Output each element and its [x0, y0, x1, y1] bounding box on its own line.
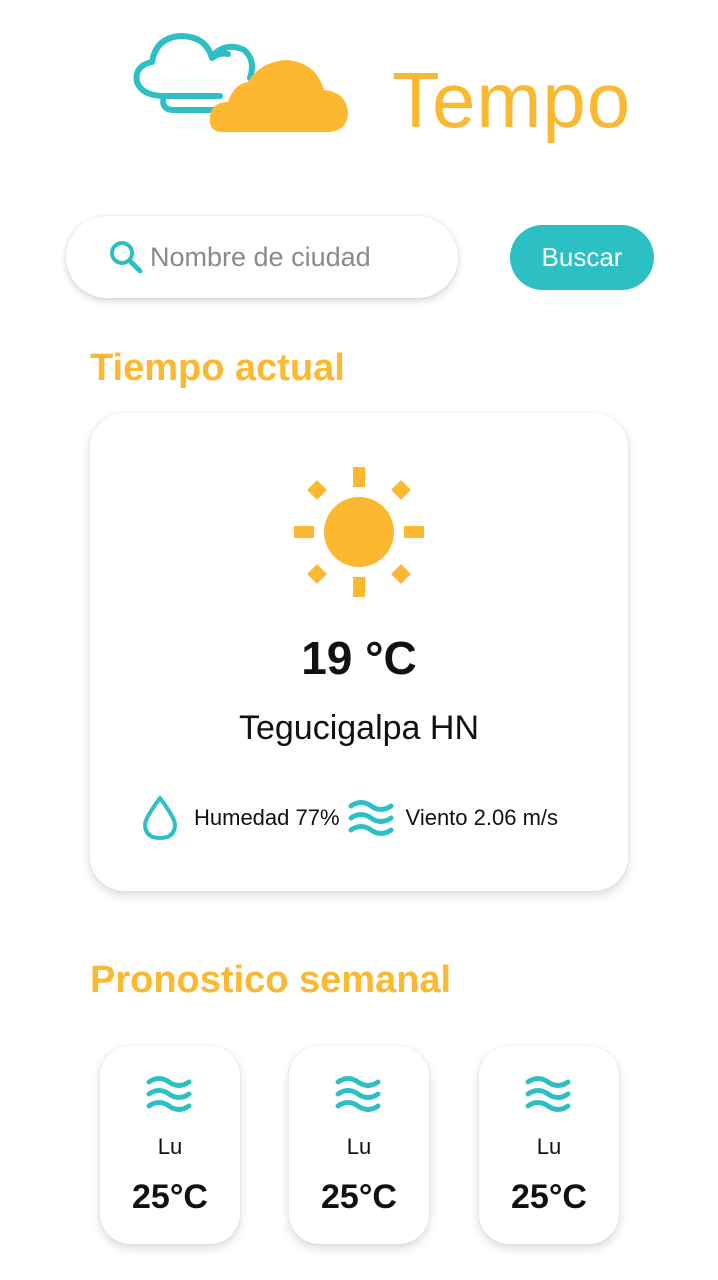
- wind-waves-icon: [525, 1076, 571, 1112]
- forecast-day-label: Lu: [346, 1134, 372, 1159]
- forecast-day-label: Lu: [536, 1134, 562, 1159]
- wind-waves-icon: [348, 800, 394, 836]
- search-input[interactable]: [150, 241, 430, 273]
- forecast-day-card[interactable]: Lu 25°C: [289, 1046, 429, 1244]
- search-icon: [110, 241, 143, 274]
- forecast-day-label: Lu: [157, 1134, 183, 1159]
- wind-waves-icon: [335, 1076, 381, 1112]
- sun-icon: [294, 467, 424, 597]
- humidity-label: Humedad 77%: [194, 805, 340, 830]
- city-name: Tegucigalpa HN: [238, 709, 480, 747]
- wind-label: Viento 2.06 m/s: [405, 805, 559, 830]
- forecast-temperature: 25°C: [321, 1178, 397, 1216]
- forecast-temperature: 25°C: [132, 1178, 208, 1216]
- clouds-logo-icon: [133, 33, 348, 132]
- current-weather-card: 19 °C Tegucigalpa HN Humedad 77% Viento …: [90, 413, 628, 891]
- wind-waves-icon: [146, 1076, 192, 1112]
- water-drop-icon: [143, 796, 177, 840]
- app-title: Tempo: [392, 56, 632, 144]
- current-weather-title: Tiempo actual: [90, 347, 345, 389]
- current-temperature: 19 °C: [301, 632, 417, 684]
- search-bar[interactable]: [66, 216, 458, 298]
- forecast-temperature: 25°C: [511, 1178, 587, 1216]
- forecast-day-card[interactable]: Lu 25°C: [100, 1046, 240, 1244]
- forecast-title: Pronostico semanal: [90, 959, 452, 1001]
- forecast-day-card[interactable]: Lu 25°C: [479, 1046, 619, 1244]
- weather-stats: Humedad 77% Viento 2.06 m/s: [140, 793, 558, 843]
- search-button[interactable]: Buscar: [510, 225, 654, 290]
